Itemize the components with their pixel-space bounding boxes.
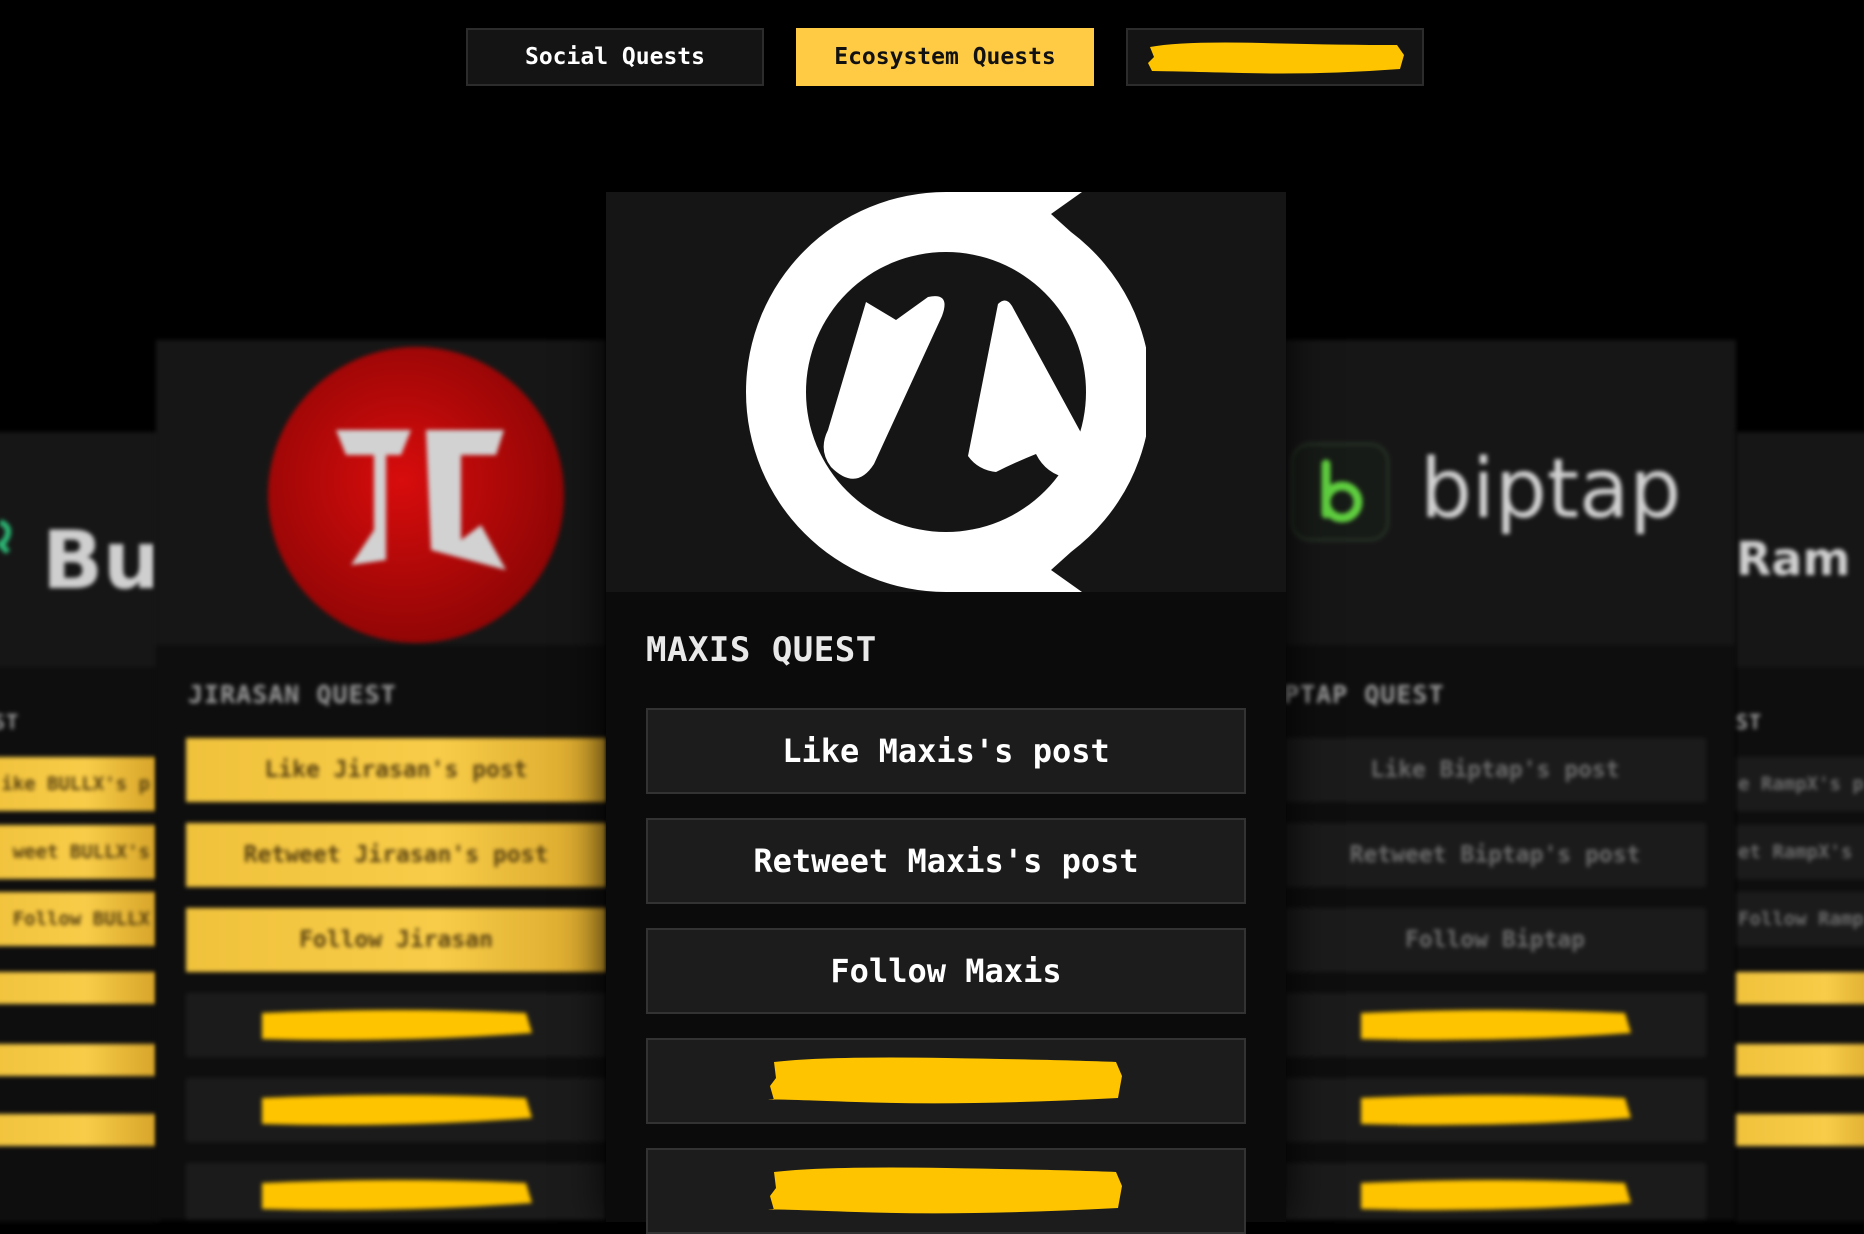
jirasan-retweet-button[interactable]: Retweet Jirasan's post <box>186 823 606 887</box>
jirasan-follow-button[interactable]: Follow Jirasan <box>186 908 606 972</box>
redaction-scribble <box>262 1180 532 1211</box>
bullx-brand-text: Bu <box>42 514 160 607</box>
tab-ecosystem-quests-label: Ecosystem Quests <box>834 44 1056 70</box>
redaction-scribble <box>1361 1180 1631 1211</box>
rampx-redacted-button-2[interactable] <box>1736 1044 1864 1076</box>
rampx-quest-title: ST <box>1736 710 1763 734</box>
quest-card-rampx: Ram ST e RampX's p et RampX's Follow Ram… <box>1736 432 1864 1222</box>
biptap-redacted-button-1[interactable] <box>1284 993 1706 1057</box>
bullx-redacted-button-3[interactable] <box>0 1114 156 1146</box>
maxis-retweet-button[interactable]: Retweet Maxis's post <box>646 818 1246 904</box>
redaction-scribble <box>262 1095 532 1126</box>
jirasan-redacted-button-3[interactable] <box>186 1163 606 1220</box>
rampx-follow-button[interactable]: Follow Ramp <box>1736 892 1864 946</box>
jirasan-logo-area <box>156 340 606 645</box>
rampx-retweet-button[interactable]: et RampX's <box>1736 825 1864 879</box>
rampx-like-button[interactable]: e RampX's p <box>1736 757 1864 811</box>
maxis-redacted-button-1[interactable] <box>646 1038 1246 1124</box>
redaction-scribble <box>1361 1095 1631 1126</box>
tab-social-quests-label: Social Quests <box>524 44 705 70</box>
maxis-quest-title: MAXIS QUEST <box>646 630 877 670</box>
redaction-scribble <box>1148 42 1404 74</box>
tab-social-quests[interactable]: Social Quests <box>466 28 764 86</box>
tab-ecosystem-quests[interactable]: Ecosystem Quests <box>796 28 1094 86</box>
maxis-redacted-button-2[interactable] <box>646 1148 1246 1234</box>
bullx-logo-icon <box>0 519 12 555</box>
quest-card-biptap: biptap PTAP QUEST Like Biptap's post Ret… <box>1284 340 1736 1220</box>
bullx-redacted-button-1[interactable] <box>0 972 156 1004</box>
maxis-logo-area <box>606 192 1286 592</box>
bullx-quest-title: EST <box>0 710 20 734</box>
rampx-brand-text: Ram <box>1736 532 1851 586</box>
rampx-redacted-button-3[interactable] <box>1736 1114 1864 1146</box>
redaction-scribble <box>768 1057 1122 1104</box>
quest-card-jirasan: JIRASAN QUEST Like Jirasan's post Retwee… <box>156 340 606 1220</box>
biptap-follow-button[interactable]: Follow Biptap <box>1284 908 1706 972</box>
maxis-like-button[interactable]: Like Maxis's post <box>646 708 1246 794</box>
biptap-logo-icon <box>1290 442 1390 542</box>
biptap-logo-area: biptap <box>1284 340 1736 645</box>
quest-card-bullx: Bu EST ike BULLX's p weet BULLX's Follow… <box>0 432 160 1222</box>
quest-card-maxis: MAXIS QUEST Like Maxis's post Retweet Ma… <box>606 192 1286 1234</box>
jirasan-logo-icon <box>268 347 564 643</box>
biptap-redacted-button-2[interactable] <box>1284 1078 1706 1142</box>
biptap-quest-title: PTAP QUEST <box>1284 680 1445 709</box>
jirasan-redacted-button-2[interactable] <box>186 1078 606 1142</box>
bullx-logo-area: Bu <box>0 432 160 667</box>
biptap-retweet-button[interactable]: Retweet Biptap's post <box>1284 823 1706 887</box>
maxis-follow-button[interactable]: Follow Maxis <box>646 928 1246 1014</box>
rampx-logo-area: Ram <box>1736 432 1864 667</box>
rampx-redacted-button-1[interactable] <box>1736 972 1864 1004</box>
bullx-retweet-button[interactable]: weet BULLX's <box>0 825 156 879</box>
biptap-like-button[interactable]: Like Biptap's post <box>1284 738 1706 802</box>
jirasan-like-button[interactable]: Like Jirasan's post <box>186 738 606 802</box>
tab-redacted[interactable] <box>1126 28 1424 86</box>
jirasan-redacted-button-1[interactable] <box>186 993 606 1057</box>
bullx-follow-button[interactable]: Follow BULLX <box>0 892 156 946</box>
maxis-logo-icon <box>746 192 1146 592</box>
redaction-scribble <box>1361 1010 1631 1041</box>
jirasan-quest-title: JIRASAN QUEST <box>188 680 397 709</box>
bullx-redacted-button-2[interactable] <box>0 1044 156 1076</box>
biptap-brand-text: biptap <box>1420 442 1682 537</box>
bullx-like-button[interactable]: ike BULLX's p <box>0 757 156 811</box>
biptap-redacted-button-3[interactable] <box>1284 1163 1706 1220</box>
redaction-scribble <box>262 1010 532 1041</box>
